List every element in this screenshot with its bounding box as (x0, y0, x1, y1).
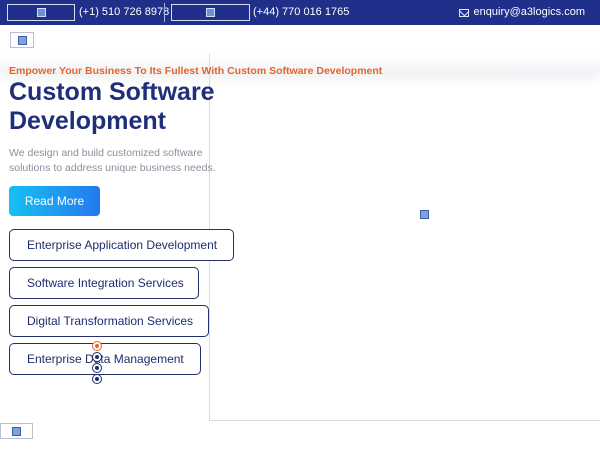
service-enterprise-application-development[interactable]: Enterprise Application Development (9, 229, 234, 261)
broken-image-icon (420, 210, 429, 219)
page-title: Custom Software Development (9, 78, 215, 135)
slider-dot[interactable] (92, 341, 102, 351)
top-contact-bar: (+1) 510 726 8978 (+44) 770 016 1765 enq… (0, 0, 600, 25)
hero-tagline: Empower Your Business To Its Fullest Wit… (9, 65, 383, 77)
hero-image (209, 53, 600, 421)
phone-uk-link[interactable]: (+44) 770 016 1765 (253, 6, 349, 19)
service-software-integration[interactable]: Software Integration Services (9, 267, 199, 299)
phone-us-link[interactable]: (+1) 510 726 8978 (79, 6, 169, 19)
us-flag-icon (7, 4, 75, 21)
broken-image-icon (17, 35, 27, 45)
broken-image-icon (12, 426, 21, 436)
slider-dots (92, 341, 102, 385)
bottom-image (0, 423, 33, 439)
service-enterprise-data-management[interactable]: Enterprise Data Management (9, 343, 201, 375)
uk-flag-icon (171, 4, 250, 21)
email-text: enquiry@a3logics.com (473, 6, 585, 18)
slider-dot[interactable] (92, 363, 102, 373)
slider-dot[interactable] (92, 352, 102, 362)
envelope-icon (458, 8, 469, 17)
service-digital-transformation[interactable]: Digital Transformation Services (9, 305, 209, 337)
read-more-button[interactable]: Read More (9, 186, 100, 216)
topbar-divider (164, 3, 165, 22)
hero-description: We design and build customized software … (9, 147, 216, 174)
slider-dot[interactable] (92, 374, 102, 384)
site-logo[interactable] (10, 32, 34, 48)
email-link[interactable]: enquiry@a3logics.com (458, 6, 585, 19)
